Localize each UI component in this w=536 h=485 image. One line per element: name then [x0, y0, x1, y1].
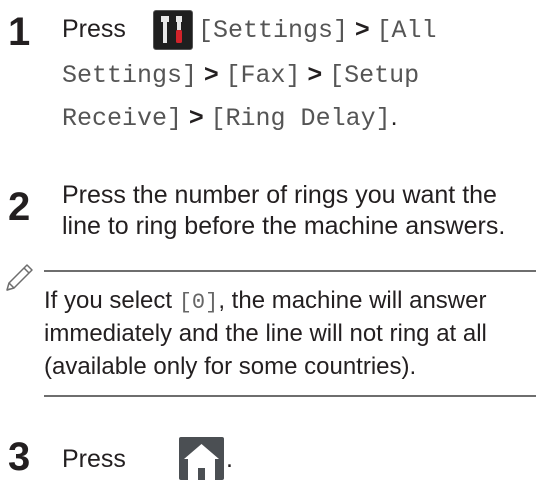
step-3-period: .	[226, 445, 233, 473]
home-icon[interactable]	[179, 437, 224, 480]
note-line-2: immediately and the line will not ring a…	[44, 320, 487, 347]
note-top-rule	[44, 270, 536, 272]
step-number: 3	[8, 435, 31, 479]
note-text: If you select	[44, 287, 179, 314]
pencil-note-icon	[6, 264, 33, 291]
step-number: 2	[8, 185, 31, 229]
note-text: , the machine will answer	[218, 287, 487, 314]
step-1-line-3: Receive] > [Ring Delay].	[62, 102, 398, 134]
separator: >	[307, 60, 323, 88]
step-2-line-2: line to ring before the machine answers.	[62, 212, 506, 240]
menu-fax: [Fax]	[225, 61, 301, 90]
option-zero: [0]	[178, 290, 219, 315]
step-1-path-a: [Settings] > [All	[198, 14, 437, 46]
settings-tools-icon[interactable]	[153, 10, 193, 50]
note-bottom-rule	[44, 395, 536, 397]
step-number: 1	[8, 10, 31, 54]
press-text: Press	[62, 15, 126, 43]
note-line-1: If you select [0], the machine will answ…	[44, 286, 486, 318]
press-text: Press	[62, 445, 126, 473]
step-1-line-2: Settings] > [Fax] > [Setup	[62, 59, 419, 91]
note-line-3: (available only for some countries).	[44, 353, 417, 380]
menu-all-settings-part2: Settings]	[62, 61, 198, 90]
step-2-line-1: Press the number of rings you want the	[62, 181, 497, 209]
step-1-line-1: Press	[62, 14, 126, 44]
menu-setup-receive-part2: Receive]	[62, 104, 183, 133]
separator: >	[354, 15, 370, 43]
menu-all-settings-part1: [All	[376, 16, 437, 45]
menu-ring-delay: [Ring Delay]	[210, 104, 391, 133]
period: .	[390, 103, 398, 131]
separator: >	[188, 103, 204, 131]
menu-settings: [Settings]	[198, 16, 349, 45]
menu-setup-receive-part1: [Setup	[329, 61, 420, 90]
step-3-line-1: Press	[62, 444, 126, 474]
separator: >	[203, 60, 219, 88]
